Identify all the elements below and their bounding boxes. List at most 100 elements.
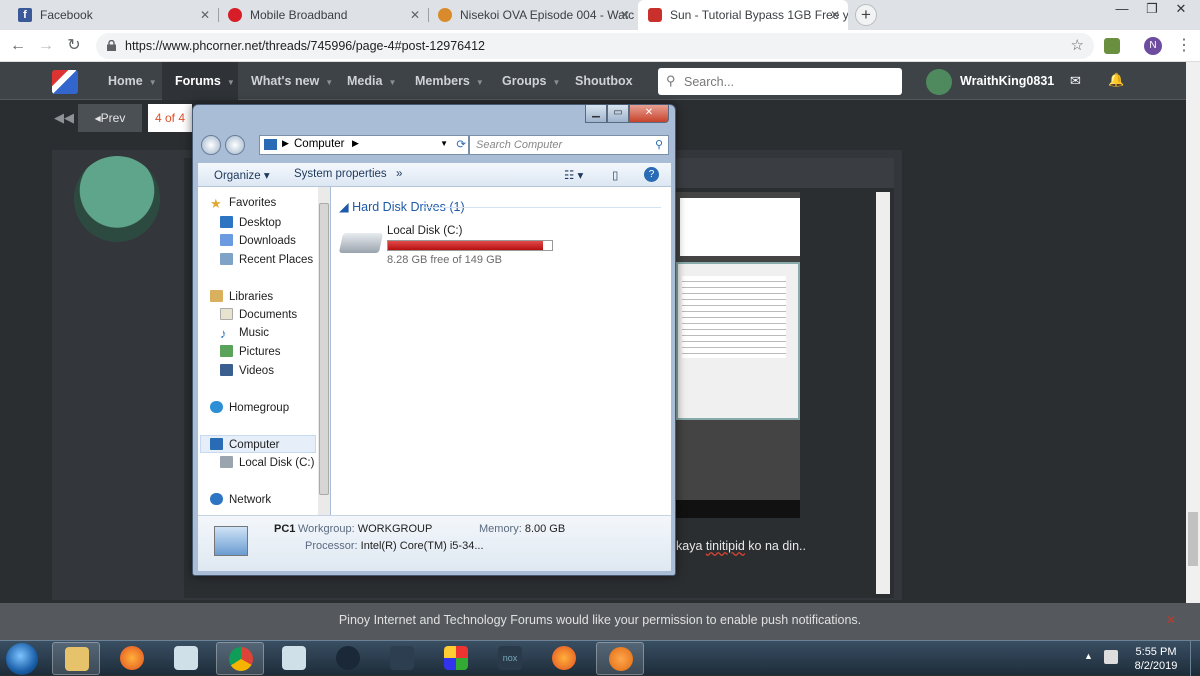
nav-groups[interactable]: Groups ▼ [502,74,560,88]
start-button[interactable] [6,643,38,675]
tab-mobile-broadband[interactable]: Mobile Broadband ✕ [218,0,428,30]
minimize-icon[interactable]: — [1105,0,1139,20]
post-header-bar [670,158,894,188]
taskbar-firefox-2[interactable] [540,642,588,675]
explorer-address-bar[interactable]: ▶ Computer ▶ ▼ ⟳ [259,135,469,155]
drive-item-c[interactable]: Local Disk (C:) 8.28 GB free of 149 GB [338,221,569,267]
user-avatar[interactable] [926,69,952,95]
taskbar-nox[interactable]: nox [486,642,534,675]
profile-avatar[interactable]: N [1144,37,1162,55]
organize-button[interactable]: Organize ▾ [214,168,270,182]
taskbar-app-2[interactable] [270,642,318,675]
close-tab-icon[interactable]: ✕ [620,8,630,22]
nav-pictures[interactable]: Pictures [220,345,281,358]
forward-icon[interactable] [225,135,245,155]
scrollbar-thumb[interactable] [1188,512,1198,566]
workgroup-row: Workgroup: WORKGROUP [298,523,432,535]
drive-free-space: 8.28 GB free of 149 GB [387,254,502,266]
downloads-icon [220,234,233,246]
embedded-taskbar [676,500,800,518]
show-desktop-button[interactable] [1190,641,1200,676]
nav-label: Favorites [229,197,277,209]
nav-shoutbox[interactable]: Shoutbox [575,74,633,88]
extension-icon[interactable] [1104,38,1120,54]
menu-icon[interactable]: ⋮ [1176,35,1192,55]
nav-music[interactable]: ♪ Music [220,327,269,341]
nav-home[interactable]: Home ▼ [108,74,157,88]
taskbar-explorer[interactable] [52,642,100,675]
first-page-icon[interactable]: ◀◀ [54,110,74,126]
tab-nisekoi[interactable]: Nisekoi OVA Episode 004 - Watc ✕ [428,0,638,30]
back-icon[interactable] [201,135,221,155]
prev-page-button[interactable]: ◂Prev [78,104,142,132]
nav-computer[interactable]: Computer [210,438,280,451]
nav-forums[interactable]: Forums ▼ [175,74,235,88]
close-tab-icon[interactable]: ✕ [410,8,420,22]
firefox-icon [552,646,576,670]
site-search-input[interactable]: ⚲ Search... [658,68,902,95]
page-scrollbar[interactable] [1186,62,1200,640]
maximize-icon[interactable]: ▭ [607,105,629,123]
nav-videos[interactable]: Videos [220,364,274,377]
nav-media[interactable]: Media ▼ [347,74,396,88]
close-tab-icon[interactable]: ✕ [200,8,210,22]
dropdown-icon[interactable]: ▼ [440,139,448,148]
site-logo[interactable] [52,70,78,94]
taskbar-app-3[interactable] [432,642,480,675]
taskbar-firefox[interactable] [108,642,156,675]
close-tab-icon[interactable]: ✕ [830,8,840,22]
scrollbar-thumb[interactable] [319,203,329,495]
breadcrumb-computer[interactable]: Computer [294,138,345,150]
refresh-icon[interactable]: ⟳ [456,137,466,151]
taskbar-chrome[interactable] [216,642,264,675]
poster-avatar[interactable] [74,156,160,242]
close-window-icon[interactable]: ✕ [629,105,669,123]
more-commands-button[interactable]: » [396,168,402,180]
nav-libraries[interactable]: Libraries [210,290,273,303]
nav-local-disk[interactable]: Local Disk (C:) [220,456,314,469]
nav-homegroup[interactable]: Homegroup [210,401,289,414]
taskbar-steam[interactable] [324,642,372,675]
nav-members[interactable]: Members ▼ [415,74,484,88]
nav-documents[interactable]: Documents [220,308,297,321]
reload-icon[interactable]: ↻ [64,36,84,56]
back-icon[interactable]: ← [8,36,28,56]
taskbar-openvpn[interactable] [596,642,644,675]
tab-sun-tutorial[interactable]: Sun - Tutorial Bypass 1GB Free y ✕ [638,0,848,30]
bell-icon[interactable]: 🔔 [1108,72,1124,88]
address-bar[interactable]: https://www.phcorner.net/threads/745996/… [96,33,1094,59]
page-selector[interactable]: 4 of 4 [148,104,192,132]
minimize-icon[interactable]: ▁ [585,105,607,123]
tab-facebook[interactable]: f Facebook ✕ [8,0,218,30]
nav-whats-new[interactable]: What's new ▼ [251,74,333,88]
help-icon[interactable]: ? [644,167,659,182]
nav-favorites[interactable]: ★ Favorites [210,197,276,211]
close-icon[interactable]: ✕ [1166,603,1176,638]
preview-pane-icon[interactable]: ▯ [612,168,618,182]
embedded-screenshot[interactable] [676,192,800,518]
nav-desktop[interactable]: Desktop [220,216,281,229]
nav-pane-scrollbar[interactable] [318,187,330,515]
taskbar-terminal[interactable] [378,642,426,675]
taskbar-clock[interactable]: 5:55 PM 8/2/2019 [1126,645,1186,673]
nav-recent-places[interactable]: Recent Places [220,253,313,266]
forward-icon[interactable]: → [36,36,56,56]
pc-icon [214,526,248,556]
system-properties-button[interactable]: System properties [294,168,387,180]
nav-network[interactable]: Network [210,493,271,506]
nav-label: Computer [229,439,280,451]
taskbar-app[interactable] [162,642,210,675]
inbox-icon[interactable]: ✉ [1070,73,1081,89]
new-tab-button[interactable]: + [855,4,877,26]
bookmark-star-icon[interactable]: ☆ [1071,36,1084,54]
tray-expand-icon[interactable]: ▲ [1084,651,1093,661]
explorer-search-input[interactable]: Search Computer ⚲ [469,135,669,155]
username[interactable]: WraithKing0831 [960,74,1054,88]
nav-downloads[interactable]: Downloads [220,234,296,247]
nav-label: Media [347,74,383,88]
close-window-icon[interactable]: ✕ [1164,0,1198,20]
post-scrollbar[interactable] [876,192,890,594]
log-text [682,276,786,358]
network-status-icon[interactable] [1104,650,1118,664]
view-options-icon[interactable]: ☷ ▾ [564,168,583,182]
